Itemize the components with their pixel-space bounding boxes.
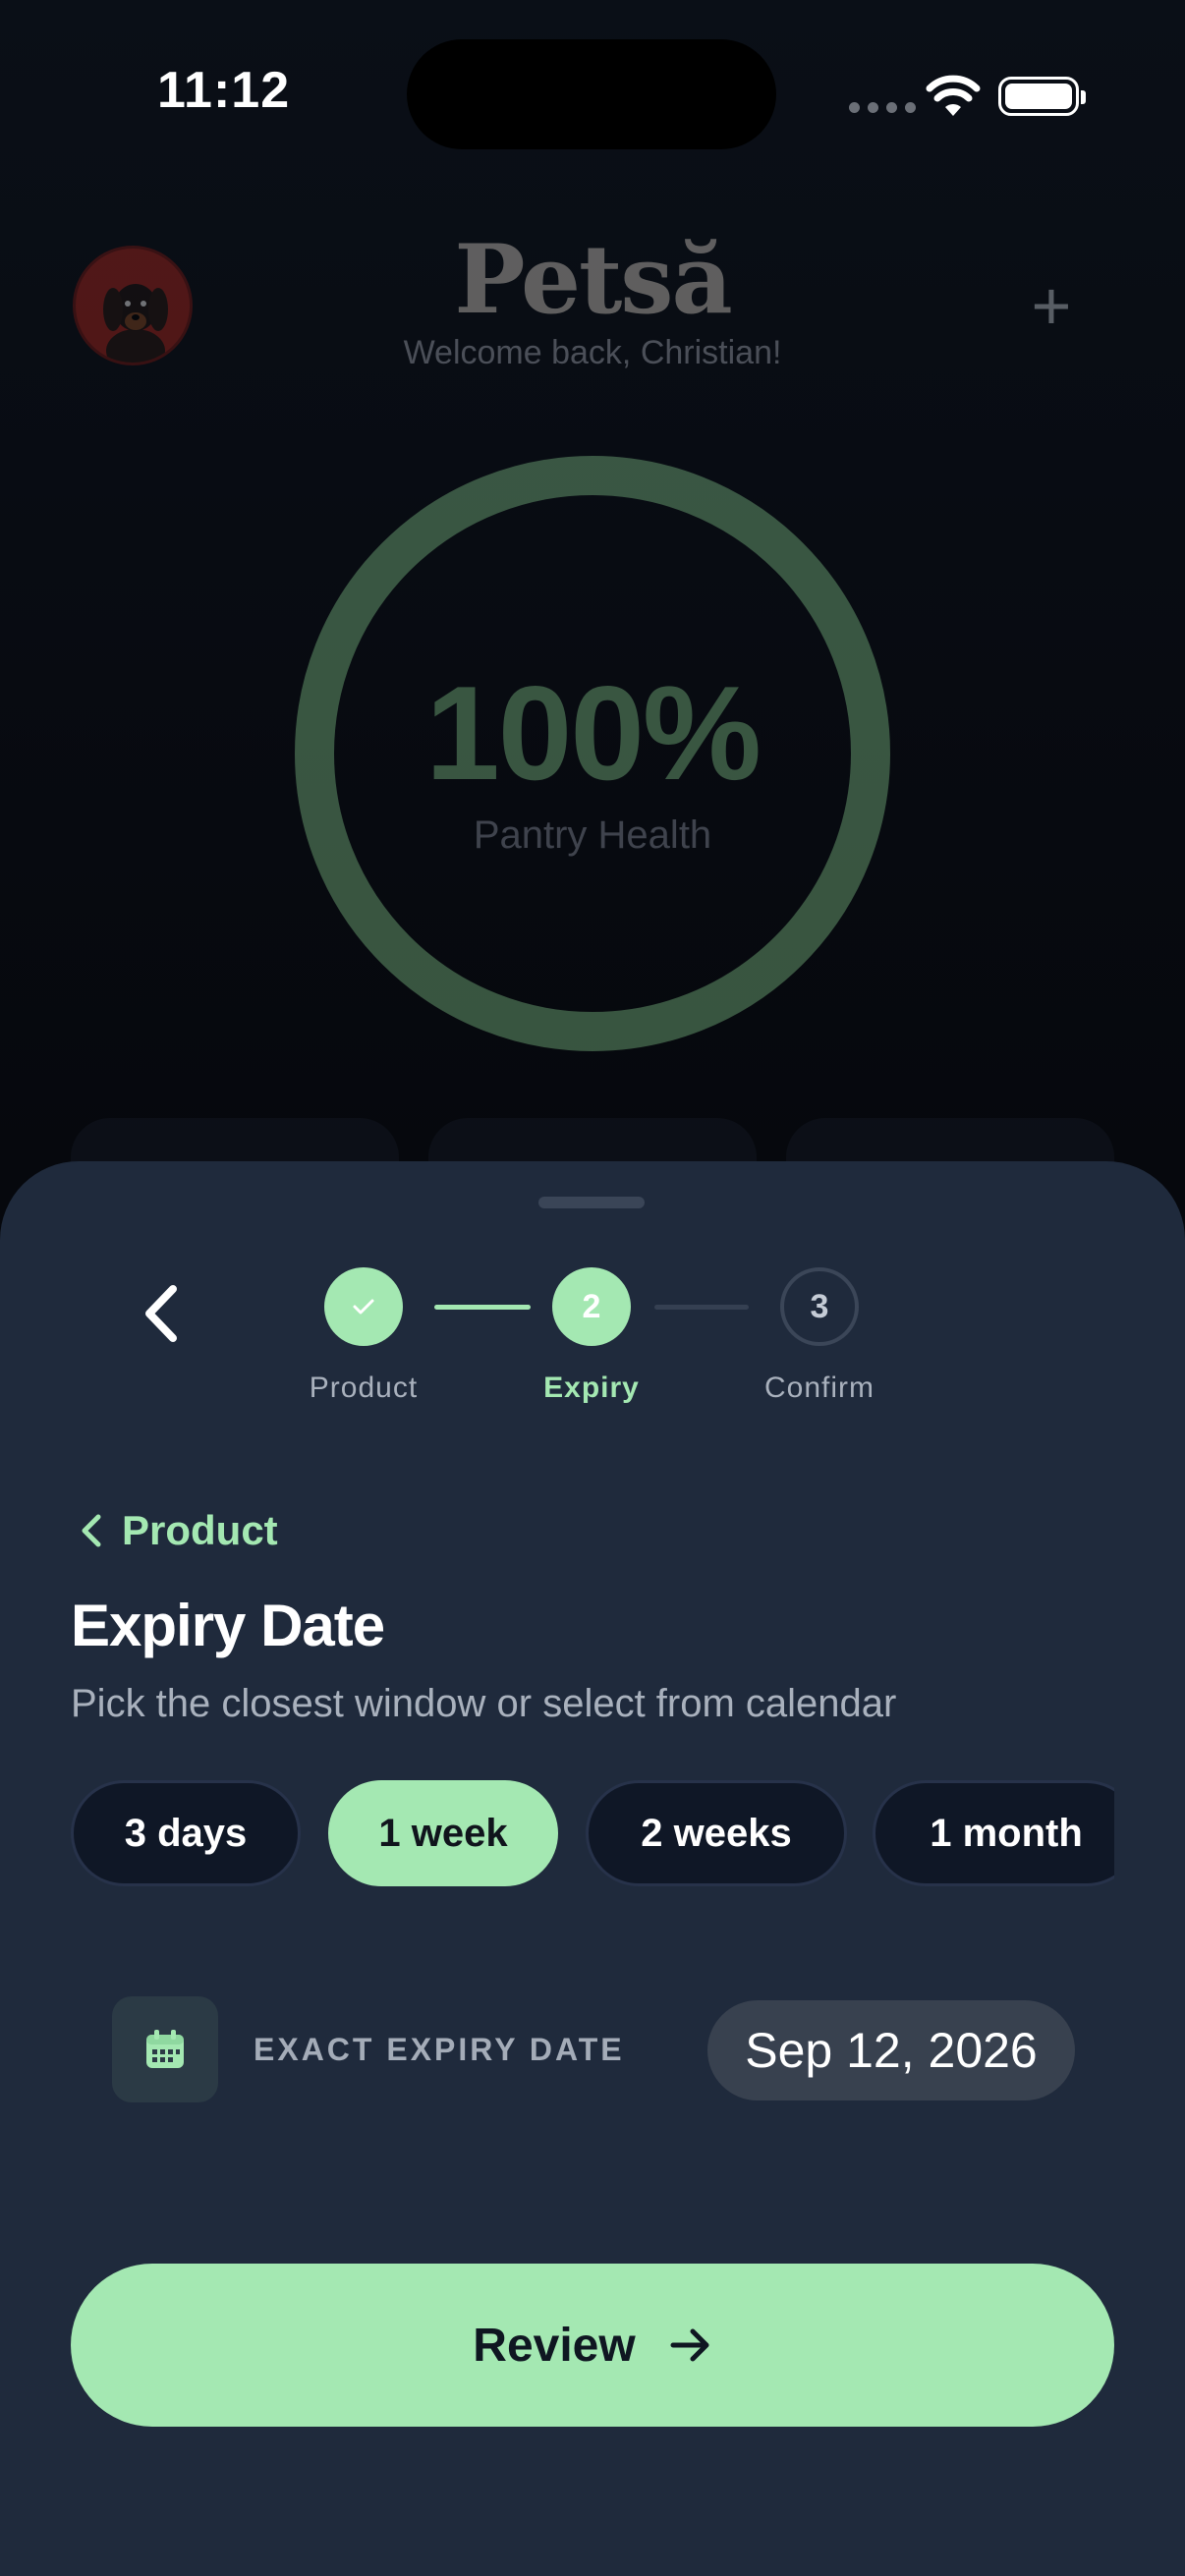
back-crumb-label: Product — [122, 1507, 278, 1553]
check-icon — [353, 1299, 374, 1315]
brand-logo: Petsă — [454, 224, 732, 335]
chevron-left-icon — [145, 1285, 177, 1342]
review-button-label: Review — [473, 2319, 636, 2372]
sheet-grabber[interactable] — [538, 1197, 645, 1208]
step-expiry-indicator: 2 — [552, 1267, 631, 1346]
chip-1-week[interactable]: 1 week — [328, 1780, 558, 1886]
back-button[interactable] — [126, 1269, 195, 1358]
step-expiry-label: Expiry — [543, 1372, 640, 1404]
cellular-signal-icon — [849, 102, 916, 113]
calendar-icon[interactable] — [112, 1996, 218, 2102]
page-subtitle: Pick the closest window or select from c… — [71, 1682, 897, 1725]
chevron-left-icon — [82, 1514, 101, 1547]
chip-1-month[interactable]: 1 month — [873, 1780, 1114, 1886]
pantry-health-value: 100% — [425, 658, 762, 808]
chip-2-weeks[interactable]: 2 weeks — [586, 1780, 847, 1886]
add-item-sheet: 2 3 Product Expiry Confirm Product Expir… — [0, 1161, 1185, 2576]
wifi-icon — [926, 75, 981, 123]
battery-icon — [998, 77, 1086, 116]
exact-date-picker[interactable]: Sep 12, 2026 — [707, 2000, 1075, 2100]
arrow-right-icon — [670, 2328, 709, 2362]
back-to-product-link[interactable]: Product — [79, 1507, 278, 1554]
pantry-health-label: Pantry Health — [473, 813, 712, 857]
add-button[interactable]: + — [1012, 271, 1091, 340]
step-product-label: Product — [309, 1372, 419, 1404]
step-confirm-label: Confirm — [763, 1372, 875, 1404]
welcome-text: Welcome back, Christian! — [403, 334, 782, 371]
app-screen: 11:12 Petsă Welcome back, Christian! + 1… — [0, 0, 1185, 2576]
step-confirm-indicator: 3 — [780, 1267, 859, 1346]
exact-date-row[interactable]: EXACT EXPIRY DATE Sep 12, 2026 — [112, 1996, 1075, 2104]
expiry-window-chips: 3 days 1 week 2 weeks 1 month — [71, 1780, 1114, 1888]
chip-3-days[interactable]: 3 days — [71, 1780, 301, 1886]
step-product-indicator — [324, 1267, 403, 1346]
page-title: Expiry Date — [71, 1593, 385, 1658]
review-button[interactable]: Review — [71, 2264, 1114, 2427]
step-connector — [434, 1305, 531, 1310]
status-time: 11:12 — [157, 62, 291, 119]
step-connector — [654, 1305, 749, 1310]
dynamic-island — [407, 39, 776, 149]
exact-date-label: EXACT EXPIRY DATE — [254, 2032, 625, 2067]
